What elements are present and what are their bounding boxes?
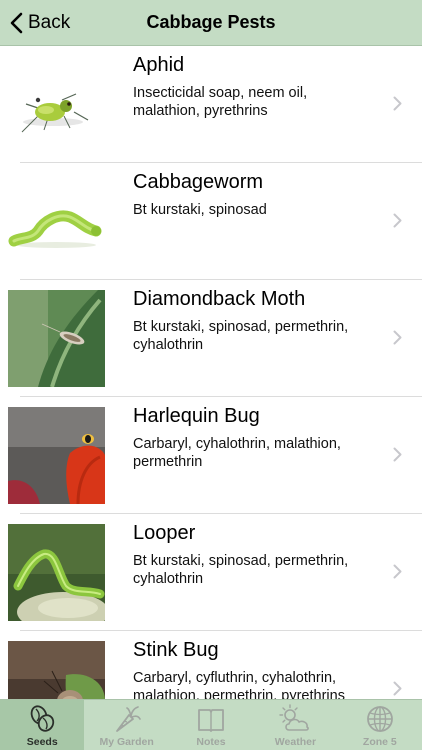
chevron-right-icon [393, 96, 402, 111]
tab-label: Weather [274, 736, 317, 748]
tab-label: Notes [196, 736, 226, 748]
cabbageworm-photo [8, 173, 105, 270]
back-button[interactable]: Back [10, 8, 70, 38]
pest-name: Stink Bug [133, 639, 219, 661]
tab-label: Seeds [26, 736, 58, 748]
chevron-right-icon [393, 681, 402, 696]
carrot-icon [115, 706, 141, 732]
aphid-photo [8, 56, 105, 153]
list-item-cabbageworm[interactable]: Cabbageworm Bt kurstaki, spinosad [0, 163, 422, 280]
tab-label: Zone 5 [362, 736, 397, 748]
list-item-harlequin-bug[interactable]: Harlequin Bug Carbaryl, cyhalothrin, mal… [0, 397, 422, 514]
tab-seeds[interactable]: Seeds [0, 700, 85, 750]
tab-zone[interactable]: Zone 5 [338, 700, 422, 750]
seeds-icon [30, 705, 55, 732]
tab-my-garden[interactable]: My Garden [84, 700, 168, 750]
chevron-right-icon [393, 447, 402, 462]
tab-label: My Garden [99, 736, 154, 748]
looper-photo [8, 524, 105, 621]
navigation-bar: Back Cabbage Pests [0, 0, 422, 46]
pest-treatment: Carbaryl, cyhalothrin, malathion, permet… [133, 436, 341, 470]
tab-bar: Seeds My Garden Notes Weather Zone 5 [0, 699, 422, 750]
stink-bug-photo [8, 641, 105, 699]
pest-name: Harlequin Bug [133, 405, 260, 427]
pest-name: Diamondback Moth [133, 288, 306, 310]
sun-cloud-icon [279, 704, 310, 731]
chevron-right-icon [393, 564, 402, 579]
tab-weather[interactable]: Weather [253, 700, 337, 750]
pest-treatment: Insecticidal soap, neem oil, malathion, … [133, 85, 308, 119]
pest-name: Aphid [133, 54, 185, 76]
pest-list: Aphid Insecticidal soap, neem oil, malat… [0, 46, 422, 699]
chevron-left-icon [10, 12, 23, 34]
list-item-aphid[interactable]: Aphid Insecticidal soap, neem oil, malat… [0, 46, 422, 163]
pest-treatment: Bt kurstaki, spinosad, permethrin, cyhal… [133, 553, 349, 587]
pest-treatment: Bt kurstaki, spinosad [133, 202, 267, 218]
notebook-icon [198, 709, 224, 732]
list-item-diamondback-moth[interactable]: Diamondback Moth Bt kurstaki, spinosad, … [0, 280, 422, 397]
pest-name: Looper [133, 522, 196, 544]
harlequin-bug-photo [8, 407, 105, 504]
chevron-right-icon [393, 213, 402, 228]
list-item-looper[interactable]: Looper Bt kurstaki, spinosad, permethrin… [0, 514, 422, 631]
pest-treatment: Carbaryl, cyfluthrin, cyhalothrin, malat… [133, 670, 345, 699]
tab-notes[interactable]: Notes [169, 700, 253, 750]
globe-icon [366, 706, 393, 732]
chevron-right-icon [393, 330, 402, 345]
pest-name: Cabbageworm [133, 171, 264, 193]
pest-treatment: Bt kurstaki, spinosad, permethrin, cyhal… [133, 319, 349, 353]
diamondback-moth-photo [8, 290, 105, 387]
back-label: Back [28, 12, 71, 33]
list-item-stink-bug[interactable]: Stink Bug Carbaryl, cyfluthrin, cyhaloth… [0, 631, 422, 699]
